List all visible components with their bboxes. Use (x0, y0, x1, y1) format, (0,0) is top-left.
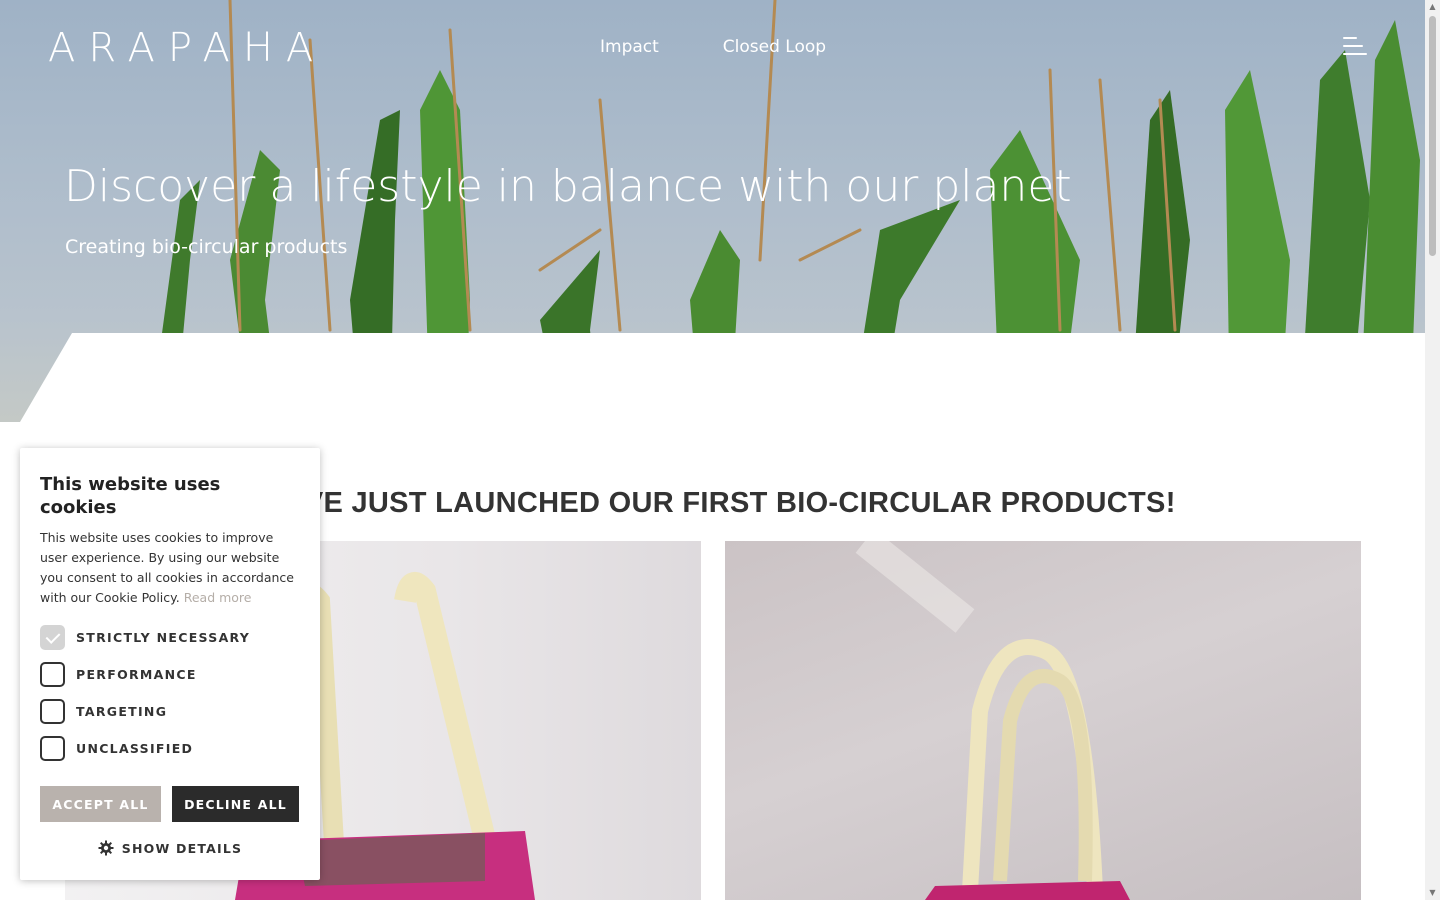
cookie-buttons: ACCEPT ALL DECLINE ALL (40, 786, 299, 822)
cookie-title: This website uses cookies (40, 474, 221, 518)
scroll-up-arrow-icon[interactable]: ▲ (1428, 2, 1437, 12)
product-image-tote-bag-2[interactable] (725, 541, 1361, 900)
cookie-option-performance[interactable]: PERFORMANCE (40, 662, 300, 687)
hero-subtitle: Creating bio-circular products (65, 236, 348, 258)
nav-link-impact[interactable]: Impact (600, 36, 659, 58)
cookie-banner: This website uses cookies This website u… (20, 448, 320, 880)
option-label: PERFORMANCE (76, 667, 197, 682)
hero-section: ARAPAHA Impact Closed Loop Discover a li… (0, 0, 1425, 422)
cookie-option-strictly-necessary[interactable]: STRICTLY NECESSARY (40, 625, 300, 650)
logo[interactable]: ARAPAHA (48, 26, 326, 70)
read-more-link[interactable]: Read more (184, 590, 252, 605)
gear-icon (98, 840, 114, 856)
checkbox-targeting[interactable] (40, 699, 65, 724)
cookie-option-targeting[interactable]: TARGETING (40, 699, 300, 724)
decline-all-button[interactable]: DECLINE ALL (172, 786, 299, 822)
tote-bag-illustration (855, 541, 1130, 900)
option-label: STRICTLY NECESSARY (76, 630, 251, 645)
show-details-button[interactable]: SHOW DETAILS (20, 840, 320, 856)
scrollbar-thumb[interactable] (1429, 16, 1436, 256)
cookie-description-text: This website uses cookies to improve use… (40, 530, 294, 605)
hero-title: Discover a lifestyle in balance with our… (64, 161, 1072, 212)
cookie-options: STRICTLY NECESSARY PERFORMANCE TARGETING… (40, 625, 300, 761)
accept-all-button[interactable]: ACCEPT ALL (40, 786, 161, 822)
option-label: UNCLASSIFIED (76, 741, 194, 756)
option-label: TARGETING (76, 704, 168, 719)
scroll-down-arrow-icon[interactable]: ▼ (1428, 888, 1437, 898)
checkbox-strictly-necessary[interactable] (40, 625, 65, 650)
show-details-label: SHOW DETAILS (121, 840, 243, 856)
cookie-option-unclassified[interactable]: UNCLASSIFIED (40, 736, 300, 761)
checkbox-unclassified[interactable] (40, 736, 65, 761)
main-nav: Impact Closed Loop (600, 36, 826, 58)
checkbox-performance[interactable] (40, 662, 65, 687)
cookie-description: This website uses cookies to improve use… (40, 528, 302, 608)
hamburger-menu-icon[interactable] (1343, 36, 1369, 60)
vertical-scrollbar[interactable]: ▲ ▼ (1425, 0, 1440, 900)
nav-link-closed-loop[interactable]: Closed Loop (723, 36, 826, 58)
